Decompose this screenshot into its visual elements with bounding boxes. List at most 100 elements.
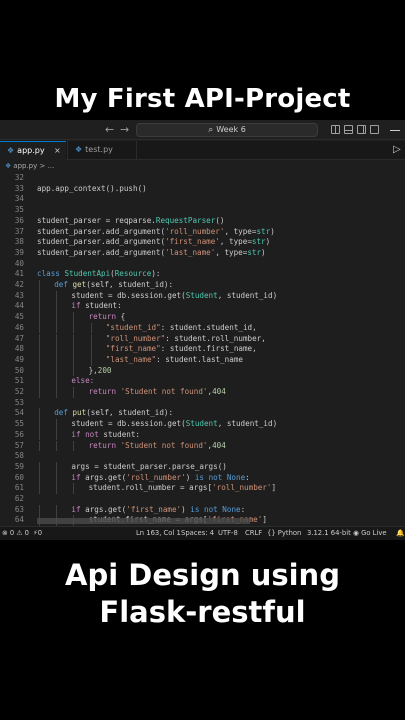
code-line[interactable]: 62 [0, 494, 405, 505]
python-interpreter[interactable]: 3.12.1 64-bit [307, 527, 351, 540]
code-line[interactable]: 60 if args.get('roll_number') is not None… [0, 472, 405, 484]
indent-guide [90, 333, 92, 345]
cursor-position[interactable]: Ln 163, Col 1 [136, 527, 181, 540]
indent-guide [39, 376, 40, 387]
indent-guide [39, 312, 40, 323]
run-icon[interactable]: ▷ [393, 145, 401, 155]
code-text: class StudentApi(Resource): [37, 269, 161, 279]
end-of-line[interactable]: CRLF [245, 527, 262, 540]
code-text: args = student_parser.parse_args() [71, 461, 227, 471]
indent-guide [39, 472, 40, 484]
notifications-icon[interactable]: 🔔 [396, 527, 404, 540]
code-line[interactable]: 55 student = db.session.get(Student, stud… [0, 419, 405, 430]
code-editor[interactable]: 32 33 app.app_context().push() 34 35 36 studen… [0, 172, 405, 526]
indent-guide [56, 440, 58, 452]
code-line[interactable]: 51 else: [0, 376, 405, 387]
line-number: 39 [14, 247, 24, 257]
line-number: 50 [14, 365, 24, 375]
line-number: 61 [14, 483, 24, 493]
indent-guide [39, 301, 40, 313]
code-line[interactable]: 32 [0, 173, 405, 184]
line-number: 62 [14, 494, 24, 503]
code-line[interactable]: 41 class StudentApi(Resource): [0, 269, 405, 280]
line-number: 58 [14, 451, 24, 461]
code-line[interactable]: 57 return 'Student not found',404 [0, 440, 405, 452]
code-line[interactable]: 34 [0, 194, 405, 205]
code-line[interactable]: 40 [0, 259, 405, 270]
tab-test-py[interactable]: ❖ test.py [67, 141, 137, 160]
toggle-secondary-sidebar-icon[interactable] [357, 125, 366, 134]
close-icon[interactable]: × [54, 142, 61, 160]
video-title-caption: My First API-Project [54, 84, 351, 114]
breadcrumb: ❖ app.py > ... [0, 160, 405, 172]
code-line[interactable]: 43 student = db.session.get(Student, stud… [0, 290, 405, 302]
code-line[interactable]: 49 "last_name": student.last_name [0, 354, 405, 366]
code-line[interactable]: 61 student.roll_number = args['roll_numbe… [0, 483, 405, 494]
breadcrumb-file[interactable]: app.py [13, 162, 37, 170]
command-center-search[interactable]: ⌕ Week 6 [136, 123, 318, 137]
code-text: student = db.session.get(Student, studen… [71, 290, 278, 300]
code-line[interactable]: 54 def put(self, student_id): [0, 408, 405, 420]
toggle-sidebar-icon[interactable] [331, 125, 340, 134]
python-file-icon: ❖ [5, 162, 12, 170]
code-text: student_parser.add_argument('roll_number… [37, 226, 275, 236]
indent-guide [56, 376, 58, 387]
line-number: 59 [14, 461, 24, 471]
code-line[interactable]: 46 "student_id": student.student_id, [0, 322, 405, 334]
indent-guide [73, 387, 75, 398]
indent-guide [39, 419, 40, 430]
customize-layout-icon[interactable] [370, 125, 379, 134]
code-line[interactable]: 48 "first_name": student.first_name, [0, 344, 405, 355]
indent-guide [39, 504, 40, 516]
line-number: 33 [14, 183, 24, 193]
code-text: "first_name": student.first_name, [105, 344, 257, 354]
indent-guide [73, 322, 75, 334]
code-text: else: [71, 376, 95, 386]
arrow-left-icon[interactable]: ← [105, 123, 114, 137]
code-text: if not student: [71, 429, 140, 439]
code-line[interactable]: 53 [0, 398, 405, 409]
code-line[interactable]: 42 def get(self, student_id): [0, 280, 405, 291]
horizontal-scrollbar[interactable] [37, 518, 250, 524]
breadcrumb-rest[interactable]: ... [48, 162, 55, 170]
code-line[interactable]: 59 args = student_parser.parse_args() [0, 461, 405, 473]
indent-guide [56, 333, 58, 345]
line-number: 32 [14, 173, 24, 182]
code-line[interactable]: 50},200 [0, 365, 405, 377]
code-text: if args.get('roll_number') is not None: [71, 472, 250, 482]
line-number: 35 [14, 205, 24, 215]
code-line[interactable]: 37 student_parser.add_argument('roll_numb… [0, 227, 405, 238]
code-line[interactable]: 58 [0, 451, 405, 462]
indent-guide [90, 322, 92, 334]
ports-indicator[interactable]: ⚡0 [33, 527, 42, 540]
indent-guide [56, 504, 58, 516]
line-number: 48 [14, 344, 24, 354]
code-line[interactable]: 63 if args.get('first_name') is not None: [0, 504, 405, 516]
code-line[interactable]: 33 app.app_context().push() [0, 184, 405, 195]
arrow-right-icon[interactable]: → [120, 123, 129, 137]
go-live-button[interactable]: ◉ Go Live [353, 527, 387, 540]
code-line[interactable]: 35 [0, 205, 405, 216]
toggle-panel-icon[interactable] [344, 125, 353, 134]
minimize-icon[interactable] [390, 130, 400, 131]
indent-guide [56, 322, 58, 334]
code-line[interactable]: 38 student_parser.add_argument('first_nam… [0, 237, 405, 248]
code-line[interactable]: 36 student_parser = reqparse.RequestParse… [0, 216, 405, 227]
code-line[interactable]: 47 "roll_number": student.roll_number, [0, 333, 405, 345]
indent-guide [73, 440, 75, 452]
code-line[interactable]: 56 if not student: [0, 429, 405, 441]
line-number: 45 [14, 312, 24, 322]
language-mode[interactable]: {} Python [267, 527, 301, 540]
tab-app-py[interactable]: ❖ app.py × [0, 141, 66, 160]
indent-guide [90, 344, 92, 355]
indent-guide [56, 344, 58, 355]
code-line[interactable]: 52 return 'Student not found',404 [0, 387, 405, 398]
code-line[interactable]: 39 student_parser.add_argument('last_name… [0, 248, 405, 259]
problems-indicator[interactable]: ⊗ 0 ⚠ 0 [2, 527, 29, 540]
code-line[interactable]: 45 return { [0, 312, 405, 323]
encoding[interactable]: UTF-8 [218, 527, 238, 540]
line-number: 36 [14, 215, 24, 225]
indent-guide [73, 344, 75, 355]
code-line[interactable]: 44 if student: [0, 301, 405, 313]
indentation[interactable]: Spaces: 4 [181, 527, 214, 540]
